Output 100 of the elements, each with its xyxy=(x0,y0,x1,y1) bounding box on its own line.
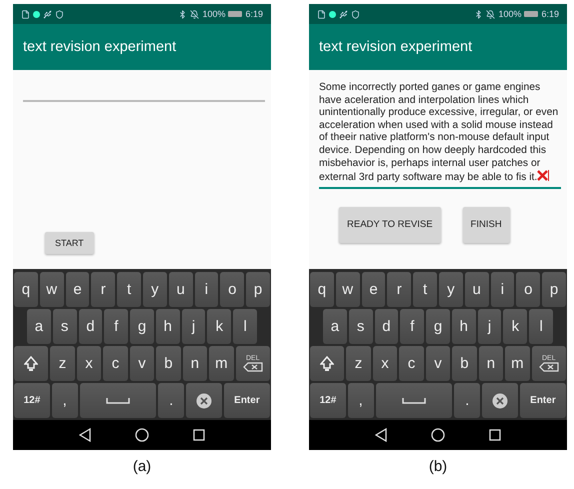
keyboard-key[interactable]: j xyxy=(182,309,206,344)
keyboard-key[interactable]: Enter xyxy=(520,383,566,418)
bell-off-icon xyxy=(486,10,496,18)
keyboard-key[interactable]: a xyxy=(27,309,51,344)
keyboard-key[interactable]: u xyxy=(168,272,193,307)
back-icon[interactable] xyxy=(375,428,387,442)
keyboard-key[interactable]: q xyxy=(310,272,334,307)
keyboard-key[interactable]: m xyxy=(505,346,530,381)
keyboard-key[interactable]: b xyxy=(452,346,477,381)
keyboard-key[interactable]: i xyxy=(490,272,514,307)
keyboard-key[interactable]: h xyxy=(156,309,180,344)
keyboard-key[interactable]: c xyxy=(399,346,424,381)
keyboard-key[interactable]: Enter xyxy=(224,383,270,418)
keyboard-key[interactable]: k xyxy=(503,309,528,344)
keyboard-key[interactable]: i xyxy=(194,272,218,307)
bell-off-icon xyxy=(190,10,200,18)
home-icon[interactable] xyxy=(135,428,149,442)
keyboard-key[interactable]: d xyxy=(78,309,102,344)
status-dot-icon xyxy=(329,10,336,18)
keyboard-key[interactable]: f xyxy=(400,309,424,344)
keyboard-key[interactable] xyxy=(310,346,344,381)
file-icon xyxy=(21,10,30,18)
keyboard-key[interactable]: s xyxy=(348,309,373,344)
back-icon[interactable] xyxy=(79,428,91,442)
keyboard-key[interactable] xyxy=(482,383,518,418)
usb-icon xyxy=(339,10,348,18)
keyboard-key[interactable]: f xyxy=(104,309,128,344)
keyboard-key[interactable]: h xyxy=(452,309,476,344)
close-circle-icon xyxy=(492,392,508,408)
keyboard-key[interactable]: r xyxy=(387,272,412,307)
bluetooth-icon xyxy=(474,10,484,18)
home-icon[interactable] xyxy=(431,428,445,442)
keyboard-key[interactable]: d xyxy=(374,309,398,344)
battery-percent: 100% xyxy=(202,9,226,19)
keyboard-key[interactable]: w xyxy=(336,272,360,307)
status-time: 6:19 xyxy=(541,9,559,19)
keyboard-key[interactable]: n xyxy=(182,346,208,381)
figure-caption: (a) xyxy=(132,458,152,475)
keyboard-key[interactable]: v xyxy=(426,346,450,381)
keyboard-key[interactable]: o xyxy=(220,272,244,307)
keyboard-key[interactable]: l xyxy=(529,309,554,344)
keyboard-key[interactable]: y xyxy=(142,272,167,307)
text-input-field[interactable]: Some incorrectly ported ganes or game engines have aceleration and interpolation lines which unintentionally produce excessive, irregular, or even acceleration when used with a solid mouse instead of theeir native platform's non-mouse default input device. Depending on how deeply hardcoded this misbehavior is, perhaps internal user patches or external 3rd party software may be able to fis it. xyxy=(319,82,561,189)
keyboard-key[interactable] xyxy=(186,383,222,418)
keyboard-key[interactable]: e xyxy=(362,272,386,307)
keyboard-key[interactable]: n xyxy=(478,346,504,381)
keyboard-key[interactable]: x xyxy=(76,346,102,381)
keyboard-key[interactable]: p xyxy=(246,272,270,307)
keyboard-key[interactable]: p xyxy=(542,272,566,307)
battery-icon xyxy=(524,11,538,17)
keyboard-key[interactable]: w xyxy=(40,272,64,307)
app-title: text revision experiment xyxy=(319,39,472,55)
file-icon xyxy=(317,10,326,18)
keyboard-key[interactable]: a xyxy=(323,309,347,344)
action-button[interactable]: START xyxy=(45,232,94,254)
keyboard-key[interactable]: z xyxy=(50,346,75,381)
keyboard-key[interactable]: 12# xyxy=(14,383,50,418)
keyboard-key[interactable]: b xyxy=(156,346,181,381)
keyboard-key[interactable]: . xyxy=(454,383,480,418)
keyboard-key[interactable]: x xyxy=(372,346,398,381)
cross-icon xyxy=(537,170,548,182)
status-time: 6:19 xyxy=(245,9,263,19)
keyboard-key[interactable]: v xyxy=(130,346,154,381)
space-icon xyxy=(402,398,426,404)
keyboard-key[interactable]: g xyxy=(426,309,450,344)
keyboard-key[interactable]: l xyxy=(233,309,258,344)
keyboard-key[interactable]: m xyxy=(209,346,234,381)
keyboard-key[interactable]: , xyxy=(52,383,78,418)
keyboard-key[interactable] xyxy=(14,346,48,381)
keyboard-key[interactable]: g xyxy=(130,309,154,344)
keyboard-key[interactable]: 12# xyxy=(310,383,346,418)
recents-icon[interactable] xyxy=(193,429,205,441)
keyboard-key[interactable]: q xyxy=(14,272,38,307)
keyboard-key[interactable]: r xyxy=(91,272,116,307)
backspace-icon xyxy=(242,362,263,372)
keyboard-key[interactable]: t xyxy=(413,272,437,307)
keyboard-key[interactable]: c xyxy=(103,346,128,381)
keyboard-key[interactable]: z xyxy=(346,346,371,381)
recents-icon[interactable] xyxy=(489,429,501,441)
keyboard-key[interactable]: , xyxy=(348,383,374,418)
keyboard-key[interactable]: o xyxy=(516,272,540,307)
keyboard-key[interactable]: t xyxy=(117,272,141,307)
app-title: text revision experiment xyxy=(23,39,176,55)
battery-icon xyxy=(228,11,242,17)
backspace-icon xyxy=(538,362,559,372)
keyboard-key[interactable]: j xyxy=(478,309,502,344)
space-icon xyxy=(106,398,130,404)
keyboard-key[interactable]: u xyxy=(464,272,489,307)
keyboard-key[interactable]: y xyxy=(438,272,463,307)
shift-icon xyxy=(24,356,38,372)
action-button[interactable]: READY TO REVISE xyxy=(339,206,441,243)
keyboard-key[interactable]: e xyxy=(66,272,90,307)
shield-icon xyxy=(55,10,64,18)
keyboard-key[interactable]: . xyxy=(158,383,184,418)
battery-percent: 100% xyxy=(498,9,522,19)
keyboard-key[interactable]: s xyxy=(52,309,77,344)
action-button[interactable]: FINISH xyxy=(462,206,510,243)
keyboard-key[interactable]: k xyxy=(207,309,232,344)
bluetooth-icon xyxy=(178,10,188,18)
close-circle-icon xyxy=(196,392,212,408)
